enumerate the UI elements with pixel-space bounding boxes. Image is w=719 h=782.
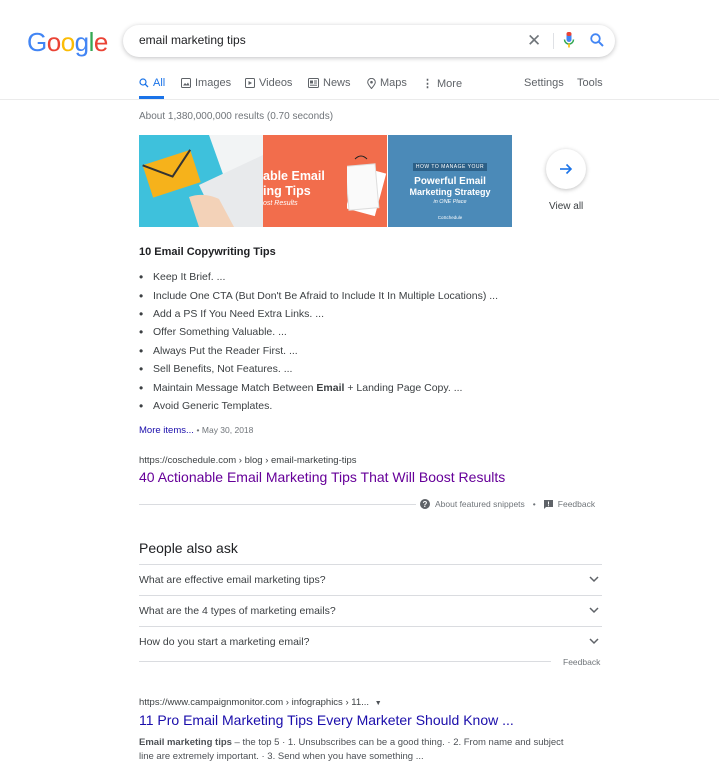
paa-feedback-link[interactable]: Feedback <box>563 657 600 667</box>
tab-label: News <box>323 77 351 89</box>
microphone-icon[interactable] <box>563 31 575 54</box>
chevron-down-icon <box>589 607 599 614</box>
search-icon[interactable] <box>589 32 605 53</box>
separator-dot: • <box>532 499 536 509</box>
snippet-list: • Keep It Brief. ... • Include One CTA (Bu… <box>139 268 498 415</box>
list-item: • Avoid Generic Templates. <box>139 398 273 413</box>
highlighted-term: Email <box>316 381 345 394</box>
paa-question[interactable]: What are effective email marketing tips? <box>139 564 602 596</box>
map-pin-icon <box>367 77 376 89</box>
tab-label: More <box>437 77 463 90</box>
help-icon: ? <box>420 499 430 509</box>
more-items: More items... • May 30, 2018 <box>139 425 253 436</box>
tab-label: Tools <box>577 77 603 89</box>
document-illustration <box>347 155 387 217</box>
tab-label: Images <box>195 77 232 89</box>
news-icon <box>308 78 319 88</box>
list-item: • Add a PS If You Need Extra Links. ... <box>139 306 325 321</box>
divider <box>553 33 554 49</box>
svg-text:?: ? <box>423 500 428 509</box>
tab-label: Settings <box>524 77 564 89</box>
list-item: • Sell Benefits, Not Features. ... <box>139 362 293 377</box>
more-vert-icon: ⋮ <box>422 78 433 90</box>
image-icon <box>181 78 191 88</box>
tab-videos[interactable]: Videos <box>245 77 292 89</box>
image-text: Powerful Email <box>414 176 486 187</box>
paa-question[interactable]: What are the 4 types of marketing emails… <box>139 595 602 627</box>
question-text: What are the 4 types of marketing emails… <box>139 605 336 617</box>
result-title-link[interactable]: 11 Pro Email Marketing Tips Every Market… <box>139 712 514 728</box>
paa-question[interactable]: How do you start a marketing email? <box>139 626 602 658</box>
snippet-footer: ? About featured snippets • Feedback <box>420 499 595 509</box>
image-text: CoSchedule <box>437 215 463 220</box>
snippet-bold: Email marketing tips <box>139 737 232 748</box>
result-image[interactable]: able Email ing Tips ost Results <box>263 135 387 227</box>
logo-letter: e <box>93 27 108 57</box>
more-items-link[interactable]: More items... <box>139 425 194 436</box>
about-featured-snippets-link[interactable]: About featured snippets <box>435 499 525 509</box>
list-item: • Include One CTA (But Don't Be Afraid to… <box>139 288 498 303</box>
list-item: • Maintain Message Match Between Email + … <box>139 380 463 395</box>
logo-letter: o <box>46 27 61 57</box>
list-item: • Offer Something Valuable. ... <box>139 325 287 340</box>
tab-maps[interactable]: Maps <box>367 77 407 89</box>
result-stats: About 1,380,000,000 results (0.70 second… <box>139 111 334 122</box>
divider <box>139 661 551 662</box>
tab-tools[interactable]: Tools <box>577 77 603 89</box>
logo-letter: G <box>27 27 47 57</box>
image-text: able Email <box>263 169 325 183</box>
list-item: • Always Put the Reader First. ... <box>139 343 298 358</box>
result-url[interactable]: https://www.campaignmonitor.com › infogr… <box>139 697 382 708</box>
logo-letter: g <box>74 27 89 57</box>
list-item: • Keep It Brief. ... <box>139 270 226 285</box>
result-image[interactable] <box>139 135 263 227</box>
divider <box>139 504 416 505</box>
question-text: How do you start a marketing email? <box>139 636 310 648</box>
tab-images[interactable]: Images <box>181 77 231 89</box>
google-logo[interactable]: Google <box>27 27 108 58</box>
tab-label: Maps <box>380 77 407 89</box>
image-text: Marketing Strategy <box>409 187 491 197</box>
result-image[interactable]: HOW TO MANAGE YOUR Powerful Email Market… <box>388 135 512 227</box>
search-box[interactable]: email marketing tips ✕ <box>123 25 615 57</box>
view-all-label[interactable]: View all <box>549 201 583 212</box>
header-divider <box>0 99 719 100</box>
image-text: HOW TO MANAGE YOUR <box>412 163 488 171</box>
image-text: ost Results <box>263 200 298 207</box>
snippet-date: • May 30, 2018 <box>196 425 254 435</box>
question-text: What are effective email marketing tips? <box>139 574 326 586</box>
search-input[interactable]: email marketing tips <box>139 33 246 47</box>
tab-news[interactable]: News <box>308 77 351 89</box>
image-text: ing Tips <box>263 184 311 198</box>
logo-letter: o <box>60 27 75 57</box>
result-url-text: https://www.campaignmonitor.com › infogr… <box>139 697 370 708</box>
tab-label: Videos <box>259 77 293 89</box>
chevron-down-icon <box>589 576 599 583</box>
view-all-button[interactable] <box>546 149 586 189</box>
feedback-link[interactable]: Feedback <box>558 499 595 509</box>
image-text: in ONE Place <box>433 199 467 205</box>
video-icon <box>245 78 255 88</box>
result-url[interactable]: https://coschedule.com › blog › email-ma… <box>139 455 357 466</box>
feedback-icon <box>543 499 553 509</box>
chevron-down-icon <box>589 638 599 645</box>
close-icon[interactable]: ✕ <box>527 31 541 51</box>
snippet-title: 10 Email Copywriting Tips <box>139 246 276 258</box>
envelope-photo <box>139 135 263 227</box>
tab-all[interactable]: All <box>139 77 165 89</box>
arrow-right-icon <box>560 163 573 175</box>
tab-more[interactable]: ⋮ More <box>422 77 463 91</box>
caret-down-icon[interactable]: ▼ <box>375 700 382 707</box>
result-title-link[interactable]: 40 Actionable Email Marketing Tips That … <box>139 469 505 485</box>
search-icon <box>139 78 149 88</box>
tab-label: All <box>153 77 166 89</box>
tab-settings[interactable]: Settings <box>524 77 564 89</box>
people-also-ask-heading: People also ask <box>139 540 238 556</box>
result-snippet: Email marketing tips – the top 5 · 1. Un… <box>139 736 579 764</box>
image-strip: able Email ing Tips ost Results HOW TO M… <box>139 135 512 227</box>
